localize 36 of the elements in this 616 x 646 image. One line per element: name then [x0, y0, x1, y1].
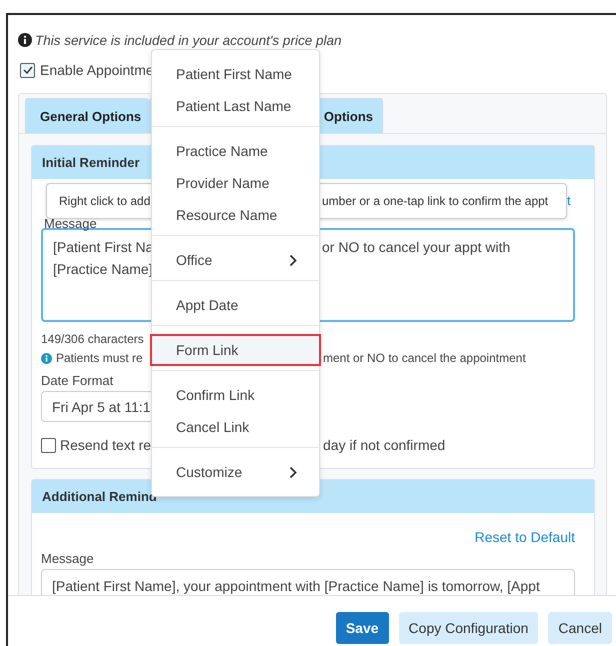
notice-text: This service is included in your account's price plan	[35, 32, 342, 48]
menu-item[interactable]: Confirm Link	[152, 379, 319, 411]
info-icon	[18, 33, 32, 47]
chevron-right-icon	[289, 466, 297, 478]
secondary-button[interactable]: Copy Configuration	[398, 612, 538, 644]
check-icon	[22, 66, 32, 74]
tab[interactable]: General Options	[25, 98, 149, 133]
menu-item[interactable]: Patient Last Name	[152, 90, 319, 122]
save-button[interactable]: Save	[336, 612, 389, 644]
checkbox[interactable]	[20, 62, 35, 78]
checkbox-label: Resend text re	[60, 437, 152, 453]
field-label: Date Format	[41, 373, 114, 388]
message-text: [Practice Name]	[53, 261, 153, 277]
hint-text: ment or NO to cancel the appointment	[323, 351, 526, 365]
message-field[interactable]: [Patient First Name], your appointment with [Practice Name] is tomorrow, [Appt	[41, 569, 575, 595]
menu-item[interactable]: Form Link	[150, 334, 321, 366]
menu-item[interactable]: Office	[152, 244, 319, 276]
tooltip-text-part: umber or a one-tap link to confirm the appt	[322, 194, 548, 208]
tooltip-text-part: Right click to add	[59, 194, 152, 208]
field-label: Message	[44, 216, 97, 231]
secondary-button[interactable]: Cancel	[548, 612, 612, 644]
character-count: 149/306 characters	[41, 332, 145, 346]
info-icon	[41, 352, 52, 364]
menu-item[interactable]: Appt Date	[152, 289, 319, 321]
hint-text: Patients must re	[56, 351, 143, 365]
checkbox[interactable]	[41, 438, 56, 452]
link[interactable]: t	[567, 193, 571, 208]
message-text: or NO to cancel your appt with	[322, 239, 510, 255]
checkbox-label: Enable Appointme	[40, 62, 154, 78]
checkbox-label: day if not confirmed	[323, 437, 446, 453]
menu-item[interactable]: Cancel Link	[152, 411, 319, 443]
chevron-right-icon	[289, 254, 297, 266]
reset-link[interactable]: Reset to Default	[474, 529, 575, 545]
field-label: Message	[41, 551, 95, 566]
menu-item[interactable]: Patient First Name	[152, 58, 319, 90]
menu-item[interactable]: Resource Name	[152, 199, 319, 231]
